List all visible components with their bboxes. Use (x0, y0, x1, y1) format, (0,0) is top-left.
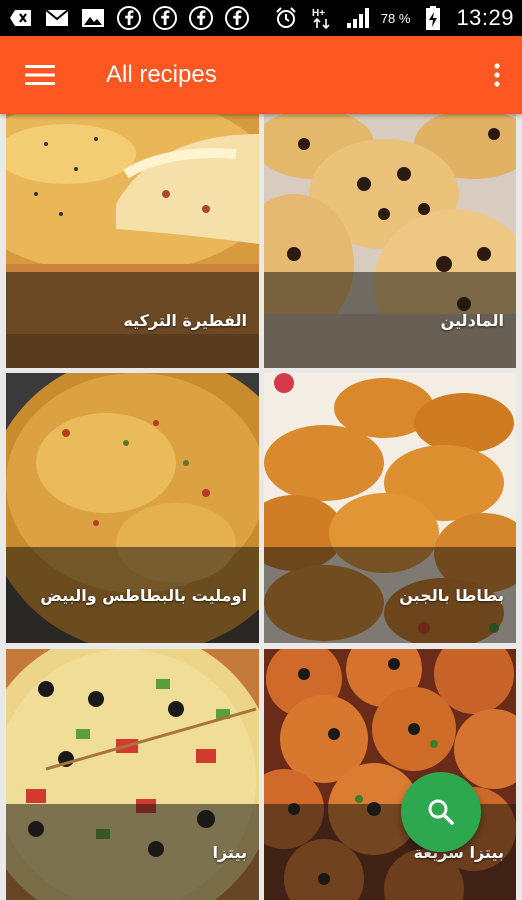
recipe-title: بيتزا (212, 842, 247, 862)
battery-percent: 78 % (380, 10, 411, 26)
mail-icon (44, 6, 70, 30)
recipe-card[interactable]: بطاطا بالجبن (264, 373, 516, 643)
caption-bar: الفطيرة التركيه (6, 272, 259, 368)
facebook-icon (188, 6, 214, 30)
image-icon (80, 6, 106, 30)
recipe-card[interactable]: بيتزا (6, 649, 259, 900)
alarm-icon (273, 6, 299, 30)
recipe-card[interactable]: بيتزا سريعة (264, 649, 516, 900)
add-notification-icon (8, 6, 34, 30)
page-title: All recipes (106, 61, 217, 88)
search-fab-button[interactable] (401, 772, 481, 852)
status-bar: H+ 78 % 13:29 (0, 0, 522, 36)
recipe-title: اومليت بالبطاطس والبيض (40, 585, 247, 605)
recipe-title: المادلين (440, 310, 504, 330)
recipe-card[interactable]: الفطيرة التركيه (6, 114, 259, 368)
clock: 13:29 (456, 5, 514, 30)
facebook-icon (116, 6, 142, 30)
battery-charging-icon (420, 6, 446, 30)
facebook-icon (224, 6, 250, 30)
app-bar: All recipes (0, 36, 522, 114)
recipe-title: بطاطا بالجبن (399, 585, 504, 605)
caption-bar: بيتزا (6, 804, 259, 900)
signal-icon (345, 6, 371, 30)
caption-bar: بطاطا بالجبن (264, 547, 516, 643)
caption-bar: اومليت بالبطاطس والبيض (6, 547, 259, 643)
more-vert-icon (494, 63, 500, 87)
recipe-card[interactable]: المادلين (264, 114, 516, 368)
system-icons: H+ 78 % 13:29 (273, 5, 514, 31)
hspa-data-icon: H+ (309, 6, 335, 30)
recipe-title: الفطيرة التركيه (123, 310, 247, 330)
menu-button[interactable] (0, 36, 80, 114)
svg-text:H+: H+ (312, 8, 325, 19)
overflow-menu-button[interactable] (472, 36, 522, 114)
recipe-card[interactable]: اومليت بالبطاطس والبيض (6, 373, 259, 643)
search-icon (428, 799, 454, 825)
caption-bar: المادلين (264, 272, 516, 368)
notification-icons (8, 6, 250, 30)
facebook-icon (152, 6, 178, 30)
hamburger-menu-icon (25, 65, 55, 85)
